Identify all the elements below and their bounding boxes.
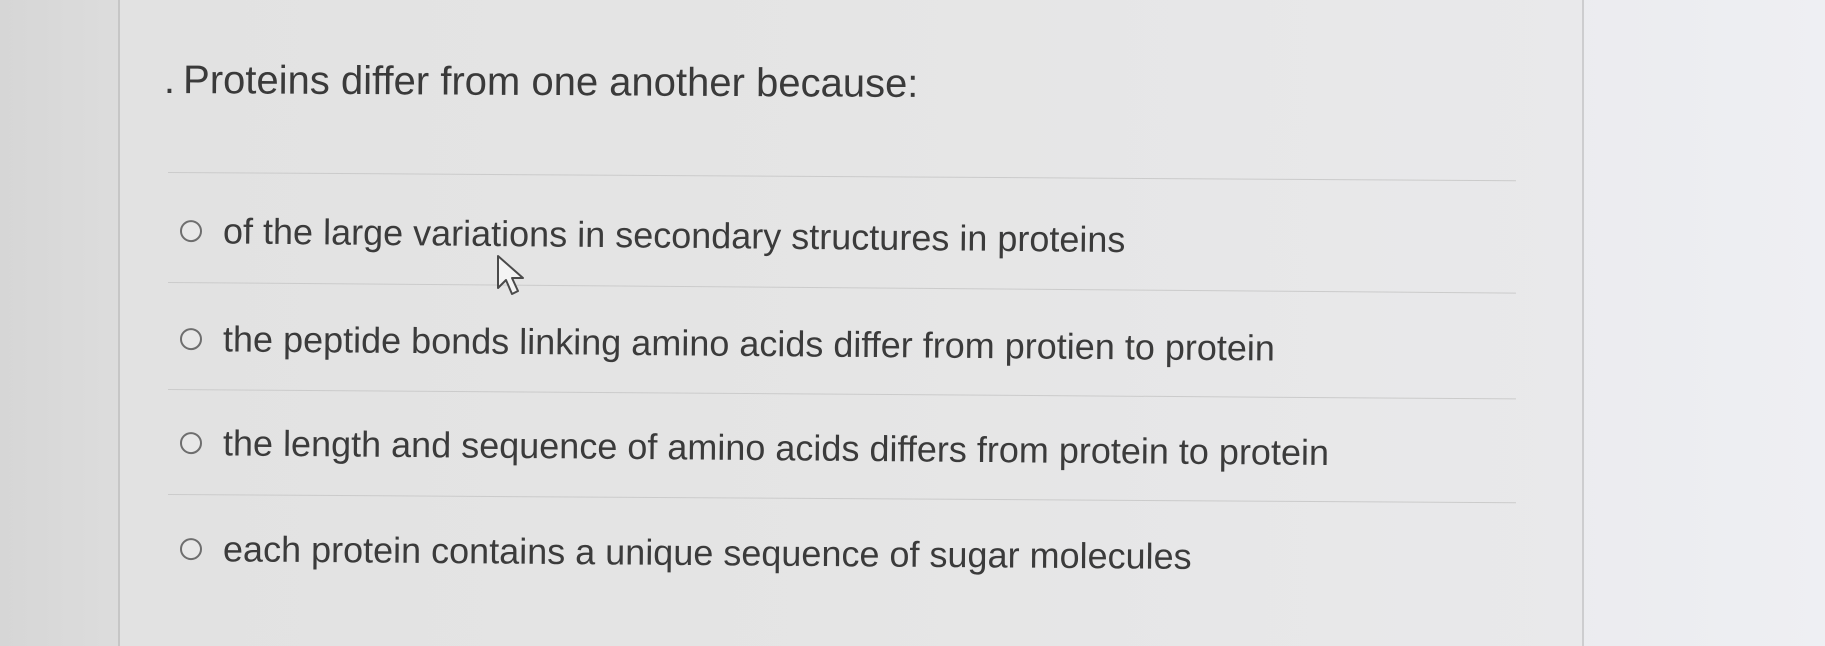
radio-button-icon[interactable]: [179, 220, 203, 243]
answer-option-label: of the large variations in secondary str…: [222, 210, 1126, 261]
answer-option-4[interactable]: each protein contains a unique sequence …: [179, 523, 1192, 583]
answer-option-2[interactable]: the peptide bonds linking amino acids di…: [179, 313, 1276, 375]
radio-button-icon[interactable]: [179, 432, 203, 455]
divider: [167, 172, 1516, 182]
question-prefix: .: [163, 58, 176, 103]
answer-option-label: the length and sequence of amino acids d…: [222, 422, 1330, 474]
mouse-pointer-icon: [497, 255, 524, 295]
answer-option-label: each protein contains a unique sequence …: [222, 528, 1192, 577]
radio-button-icon[interactable]: [179, 538, 203, 561]
question-text: Proteins differ from one another because…: [183, 58, 919, 106]
radio-button-icon[interactable]: [179, 328, 203, 351]
divider: [167, 389, 1516, 400]
answer-option-3[interactable]: the length and sequence of amino acids d…: [179, 417, 1330, 479]
answer-option-1[interactable]: of the large variations in secondary str…: [179, 205, 1126, 266]
divider: [167, 282, 1516, 294]
question-card: . Proteins differ from one another becaus…: [118, 0, 1584, 646]
answer-option-label: the peptide bonds linking amino acids di…: [222, 318, 1276, 369]
question-title: . Proteins differ from one another becaus…: [164, 50, 919, 114]
divider: [167, 494, 1516, 504]
